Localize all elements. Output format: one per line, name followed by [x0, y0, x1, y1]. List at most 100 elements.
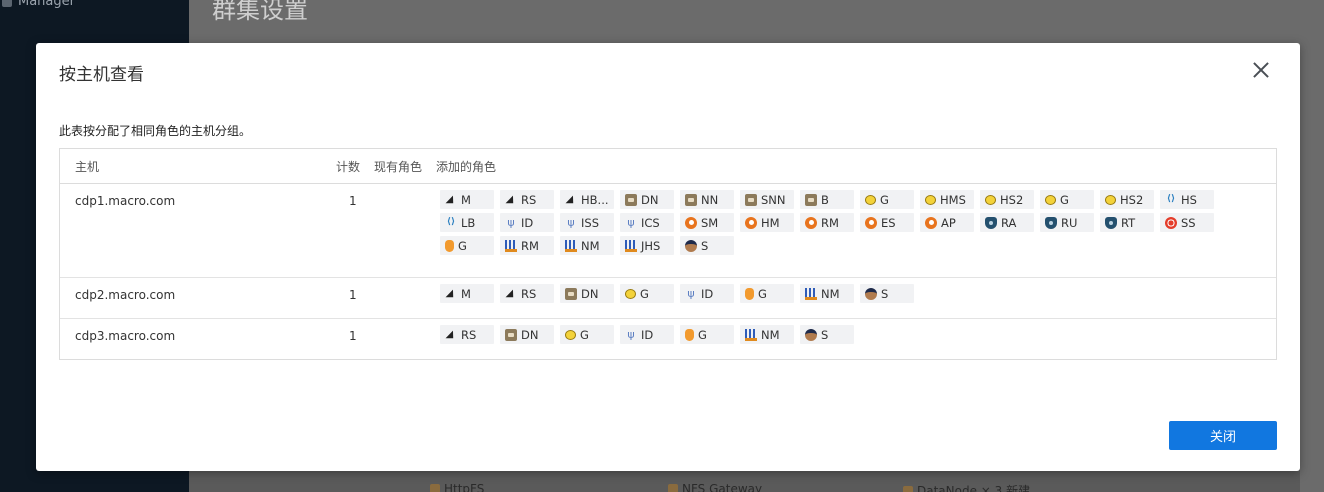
- role-label: SM: [701, 215, 719, 230]
- role-chip[interactable]: ISS: [560, 213, 614, 232]
- role-chip[interactable]: RM: [500, 236, 554, 255]
- zookeeper-face-icon: [805, 328, 817, 341]
- role-chip[interactable]: HMS: [920, 190, 974, 209]
- role-chip[interactable]: S: [860, 284, 914, 303]
- ranger-shield-icon: [1105, 216, 1117, 229]
- role-label: SS: [1181, 215, 1196, 230]
- role-chip[interactable]: G: [860, 190, 914, 209]
- role-chip[interactable]: ICS: [620, 213, 674, 232]
- tez-hand-icon: [745, 287, 754, 300]
- impala-fork-icon: [565, 217, 577, 229]
- role-label: M: [461, 192, 471, 207]
- host-count: 1: [349, 288, 357, 302]
- role-chip[interactable]: JHS: [620, 236, 674, 255]
- role-chip[interactable]: AP: [920, 213, 974, 232]
- role-chip[interactable]: RT: [1100, 213, 1154, 232]
- role-label: HB...: [581, 192, 609, 207]
- role-chip[interactable]: M: [440, 190, 494, 209]
- hive-bee-icon: [865, 194, 876, 205]
- role-chip[interactable]: G: [620, 284, 674, 303]
- hdfs-box-icon: [565, 287, 577, 300]
- hbase-orca-icon: [445, 329, 457, 341]
- role-chip[interactable]: G: [440, 236, 494, 255]
- role-chip[interactable]: G: [740, 284, 794, 303]
- role-chip[interactable]: HB...: [560, 190, 614, 209]
- role-label: RM: [821, 215, 839, 230]
- hbase-orca-icon: [445, 288, 457, 300]
- role-chip[interactable]: RS: [500, 284, 554, 303]
- view-by-host-dialog: 按主机查看 此表按分配了相同角色的主机分组。 主机 计数 现有角色 添加的角色 …: [36, 43, 1300, 471]
- role-chip[interactable]: S: [680, 236, 734, 255]
- hbase-orca-icon: [565, 194, 577, 206]
- role-chip[interactable]: NN: [680, 190, 734, 209]
- cloudera-mgmt-icon: [685, 216, 697, 229]
- page-title: 群集设置: [212, 0, 308, 24]
- role-label: G: [758, 286, 767, 301]
- role-chip[interactable]: HS2: [1100, 190, 1154, 209]
- bg-role-httpfs: HttpFS: [430, 482, 484, 492]
- bg-role-nfs-gateway: NFS Gateway: [668, 482, 762, 492]
- role-chip[interactable]: DN: [500, 325, 554, 344]
- role-chip[interactable]: G: [560, 325, 614, 344]
- hdfs-box-icon: [745, 193, 757, 206]
- role-chip[interactable]: DN: [560, 284, 614, 303]
- cloudera-mgmt-icon: [925, 216, 937, 229]
- tez-hand-icon: [445, 239, 454, 252]
- hive-bee-icon: [1045, 194, 1056, 205]
- role-chip[interactable]: ID: [500, 213, 554, 232]
- role-chip[interactable]: HM: [740, 213, 794, 232]
- role-chip[interactable]: S: [800, 325, 854, 344]
- hive-bee-icon: [1105, 194, 1116, 205]
- role-chip[interactable]: DN: [620, 190, 674, 209]
- role-chip[interactable]: RS: [500, 190, 554, 209]
- role-label: HS2: [1120, 192, 1144, 207]
- hdfs-box-icon: [805, 193, 817, 206]
- close-button[interactable]: 关闭: [1169, 421, 1277, 450]
- role-chip[interactable]: NM: [740, 325, 794, 344]
- yarn-bars-icon: [625, 239, 637, 252]
- role-label: LB: [461, 215, 476, 230]
- yarn-bars-icon: [745, 328, 757, 341]
- role-chip[interactable]: SM: [680, 213, 734, 232]
- role-label: S: [821, 327, 829, 342]
- role-chip[interactable]: RS: [440, 325, 494, 344]
- hdfs-box-icon: [625, 193, 637, 206]
- role-label: G: [1060, 192, 1069, 207]
- role-chip[interactable]: ID: [620, 325, 674, 344]
- tez-hand-icon: [685, 328, 694, 341]
- role-chip[interactable]: ES: [860, 213, 914, 232]
- role-chip[interactable]: LB: [440, 213, 494, 232]
- hive-bee-icon: [925, 194, 936, 205]
- zookeeper-face-icon: [685, 239, 697, 252]
- column-added-roles: 添加的角色: [436, 160, 497, 174]
- role-label: G: [580, 327, 589, 342]
- role-label: RS: [461, 327, 477, 342]
- role-chip[interactable]: SS: [1160, 213, 1214, 232]
- role-chip[interactable]: ID: [680, 284, 734, 303]
- role-chip[interactable]: SNN: [740, 190, 794, 209]
- close-icon[interactable]: [1250, 59, 1272, 81]
- role-chip[interactable]: RA: [980, 213, 1034, 232]
- role-label: NM: [581, 238, 600, 253]
- role-chip[interactable]: G: [1040, 190, 1094, 209]
- role-chip[interactable]: M: [440, 284, 494, 303]
- spark-icon: [1165, 216, 1177, 229]
- role-chip[interactable]: RM: [800, 213, 854, 232]
- role-chip[interactable]: HS2: [980, 190, 1034, 209]
- role-label: RS: [521, 286, 537, 301]
- brand-name: Manager: [18, 0, 75, 9]
- hbase-orca-icon: [505, 288, 517, 300]
- role-label: HS: [1181, 192, 1197, 207]
- role-chip[interactable]: NM: [560, 236, 614, 255]
- table-row: cdp3.macro.com 1 RS DN G ID G NM S: [60, 319, 1276, 360]
- role-chip[interactable]: G: [680, 325, 734, 344]
- hosts-table: 主机 计数 现有角色 添加的角色 cdp1.macro.com 1 M RS HB...…: [59, 148, 1277, 360]
- role-chip[interactable]: RU: [1040, 213, 1094, 232]
- impala-fork-icon: [625, 329, 637, 341]
- role-chip[interactable]: NM: [800, 284, 854, 303]
- added-roles-list: MRSHB...DNNNSNNBGHMSHS2GHS2HSLBIDISSICSS…: [440, 190, 1230, 255]
- cloudera-mgmt-icon: [805, 216, 817, 229]
- role-chip[interactable]: HS: [1160, 190, 1214, 209]
- role-chip[interactable]: B: [800, 190, 854, 209]
- table-row: cdp2.macro.com 1 M RS DN G ID G NM S: [60, 278, 1276, 319]
